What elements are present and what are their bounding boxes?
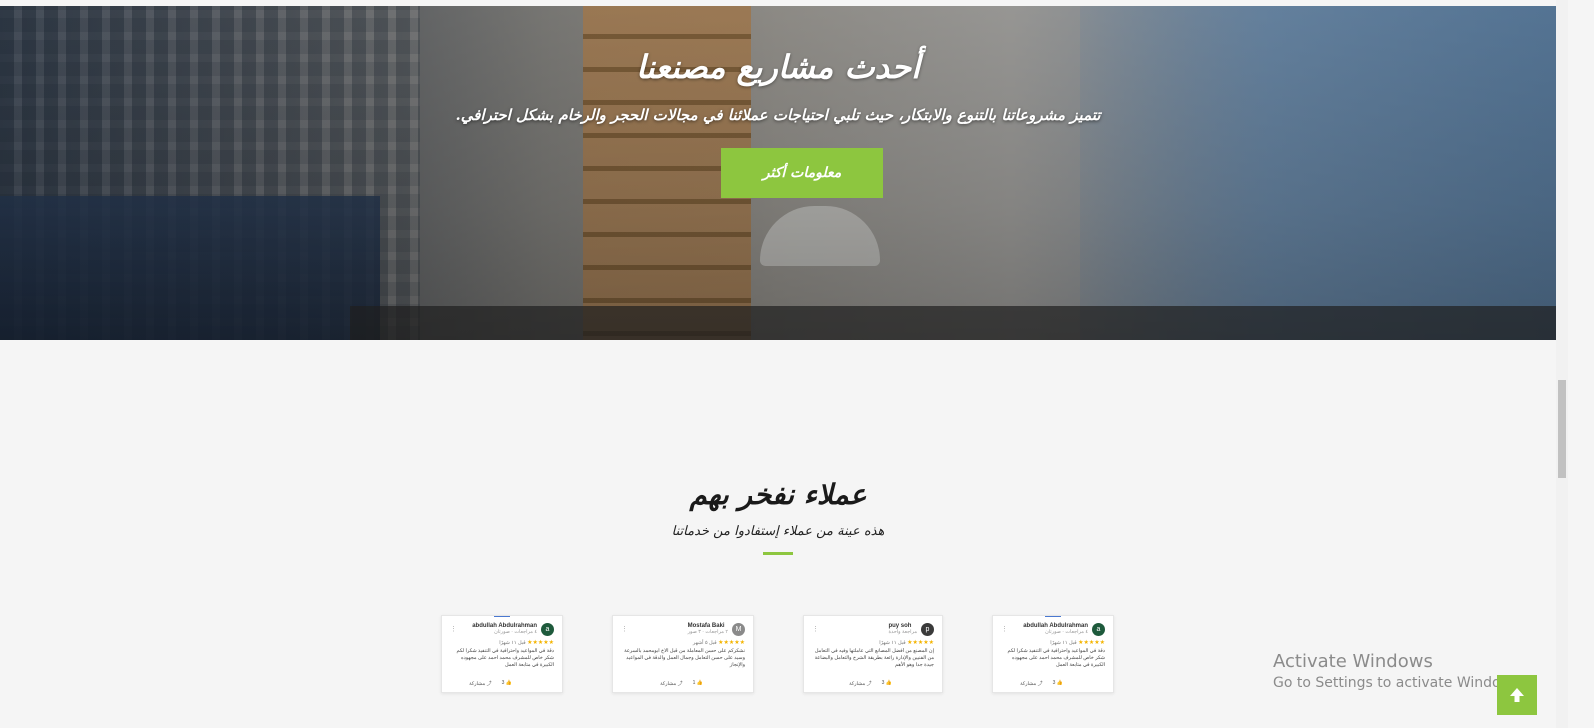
- more-info-button[interactable]: معلومات أكثر: [721, 148, 883, 198]
- reviewer-info: abdullah Abdulrahman ٤ مراجعات · صورتان: [472, 623, 537, 635]
- more-options-icon[interactable]: ⋮: [450, 625, 457, 633]
- arrow-up-icon: [1510, 688, 1524, 702]
- hero-title: أحدث مشاريع مصنعنا: [635, 48, 921, 86]
- avatar: M: [732, 622, 745, 636]
- clients-title: عملاء نفخر بهم: [689, 478, 867, 511]
- share-label: مشاركة: [1020, 681, 1037, 687]
- hero-subtitle: تتميز مشروعاتنا بالتنوع والابتكار، حيث ت…: [455, 106, 1101, 124]
- review-time: قبل ١١ شهرًا: [499, 640, 526, 646]
- share-label: مشاركة: [660, 681, 677, 687]
- review-text: دقة في المواعيد واحترافية في التنفيذ شكر…: [456, 648, 554, 668]
- share-button[interactable]: ⤴ مشاركة: [469, 680, 492, 687]
- review-card[interactable]: a abdullah Abdulrahman ٤ مراجعات · صورتا…: [441, 615, 563, 693]
- like-button[interactable]: 👍 3: [1053, 680, 1063, 687]
- page-scrollbar-track[interactable]: [1556, 0, 1568, 728]
- reviewer-info: Mostafa Baki ٢ مراجعات · ٣ صور: [688, 623, 728, 635]
- clients-subtitle: هذه عينة من عملاء إستفادوا من خدماتنا: [671, 524, 885, 539]
- avatar: a: [1092, 622, 1105, 636]
- more-options-icon[interactable]: ⋮: [621, 625, 628, 633]
- review-card[interactable]: M Mostafa Baki ٢ مراجعات · ٣ صور ⋮ ★★★★★…: [612, 615, 754, 693]
- review-rating: ★★★★★ قبل ١١ شهرًا: [450, 639, 555, 646]
- reviewer-info: abdullah Abdulrahman ٤ مراجعات · صورتان: [1023, 623, 1088, 635]
- review-header: a abdullah Abdulrahman ٤ مراجعات · صورتا…: [1001, 621, 1105, 637]
- review-text: إن المصنع من أفضل المصانع التي عاملتها و…: [814, 648, 934, 668]
- like-button[interactable]: 👍 1: [693, 680, 703, 687]
- reviewer-meta: ٢ مراجعات · ٣ صور: [687, 629, 728, 635]
- more-options-icon[interactable]: ⋮: [812, 625, 819, 633]
- like-count: 3: [881, 680, 885, 686]
- reviewer-meta: ٤ مراجعات · صورتان: [1045, 629, 1088, 635]
- share-label: مشاركة: [469, 681, 486, 687]
- review-rating: ★★★★★ قبل ١١ شهرًا: [1001, 639, 1106, 646]
- like-count: 3: [501, 680, 505, 686]
- star-rating-icon: ★★★★★: [907, 640, 935, 646]
- clients-title-underline: [763, 552, 793, 555]
- projects-hero: أحدث مشاريع مصنعنا تتميز مشروعاتنا بالتن…: [0, 6, 1556, 340]
- review-actions: 👍 3 ⤴ مشاركة: [1020, 680, 1063, 687]
- activate-windows-title: Activate Windows: [1273, 651, 1433, 672]
- review-actions: 👍 1 ⤴ مشاركة: [660, 680, 703, 687]
- page-scrollbar-thumb[interactable]: [1558, 380, 1566, 478]
- review-time: قبل ١١ شهرًا: [1050, 640, 1077, 646]
- share-button[interactable]: ⤴ مشاركة: [849, 680, 872, 687]
- review-card[interactable]: p puy soh مراجعة واحدة ⋮ ★★★★★ قبل ١١ شه…: [803, 615, 943, 693]
- page: أحدث مشاريع مصنعنا تتميز مشروعاتنا بالتن…: [0, 0, 1594, 728]
- review-time: قبل ٥ أشهر: [692, 640, 717, 646]
- card-accent: [494, 616, 510, 617]
- review-card[interactable]: a abdullah Abdulrahman ٤ مراجعات · صورتا…: [992, 615, 1114, 693]
- star-rating-icon: ★★★★★: [1078, 640, 1106, 646]
- review-actions: 👍 3 ⤴ مشاركة: [849, 680, 892, 687]
- share-label: مشاركة: [849, 681, 866, 687]
- activate-windows-watermark: Activate Windows Go to Settings to activ…: [1273, 651, 1524, 691]
- reviewer-meta: مراجعة واحدة: [888, 629, 917, 635]
- reviewer-meta: ٤ مراجعات · صورتان: [494, 629, 537, 635]
- like-count: 1: [692, 680, 696, 686]
- hero-content: أحدث مشاريع مصنعنا تتميز مشروعاتنا بالتن…: [0, 6, 1556, 340]
- like-button[interactable]: 👍 3: [882, 680, 892, 687]
- more-options-icon[interactable]: ⋮: [1001, 625, 1008, 633]
- review-header: p puy soh مراجعة واحدة ⋮: [812, 621, 934, 637]
- star-rating-icon: ★★★★★: [718, 640, 746, 646]
- avatar: p: [921, 622, 934, 636]
- review-text: دقة في المواعيد واحترافية في التنفيذ شكر…: [1007, 648, 1105, 668]
- like-count: 3: [1052, 680, 1056, 686]
- like-button[interactable]: 👍 3: [502, 680, 512, 687]
- card-accent: [1045, 616, 1061, 617]
- review-text: نشكركم على حسن المعاملة من قبل الاخ ابوم…: [624, 648, 745, 668]
- review-header: M Mostafa Baki ٢ مراجعات · ٣ صور ⋮: [621, 621, 745, 637]
- share-button[interactable]: ⤴ مشاركة: [1020, 680, 1043, 687]
- activate-windows-subtitle: Go to Settings to activate Windows.: [1273, 675, 1524, 691]
- reviewer-info: puy soh مراجعة واحدة: [888, 623, 917, 635]
- star-rating-icon: ★★★★★: [527, 640, 555, 646]
- review-time: قبل ١١ شهرًا: [879, 640, 906, 646]
- share-button[interactable]: ⤴ مشاركة: [660, 680, 683, 687]
- review-rating: ★★★★★ قبل ٥ أشهر: [621, 639, 746, 646]
- review-header: a abdullah Abdulrahman ٤ مراجعات · صورتا…: [450, 621, 554, 637]
- back-to-top-button[interactable]: [1497, 675, 1537, 715]
- avatar: a: [541, 622, 554, 636]
- review-actions: 👍 3 ⤴ مشاركة: [469, 680, 512, 687]
- review-rating: ★★★★★ قبل ١١ شهرًا: [812, 639, 935, 646]
